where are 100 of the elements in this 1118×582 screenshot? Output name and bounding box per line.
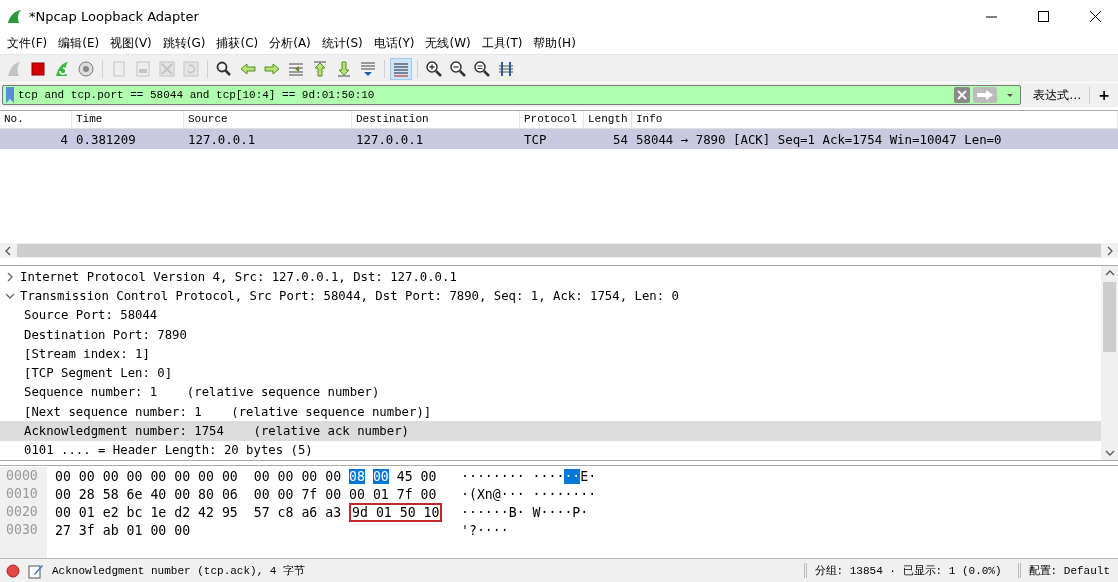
ascii-char[interactable]: · (476, 468, 485, 484)
hex-byte[interactable]: 06 (221, 486, 238, 502)
ascii-char[interactable]: · (492, 522, 501, 538)
menu-item[interactable]: 捕获(C) (211, 34, 265, 52)
hex-byte[interactable]: 00 (198, 468, 214, 484)
column-header[interactable]: Protocol (520, 111, 584, 128)
ascii-char[interactable]: W (532, 504, 541, 520)
hex-byte[interactable]: ab (102, 522, 119, 538)
ascii-char[interactable]: ( (468, 486, 477, 502)
ascii-char[interactable]: · (484, 468, 493, 484)
horizontal-scrollbar[interactable] (0, 243, 1118, 258)
vertical-scrollbar[interactable] (1101, 266, 1118, 460)
hex-byte[interactable]: 3f (78, 522, 95, 538)
hex-byte[interactable]: a3 (325, 504, 342, 520)
hex-byte[interactable]: 00 (55, 468, 71, 484)
ascii-char[interactable]: · (461, 468, 469, 484)
ascii-char[interactable]: · (580, 504, 589, 520)
edit-icon[interactable] (28, 562, 44, 579)
tree-row[interactable]: Transmission Control Protocol, Src Port: 58044, Dst Port: 7890, Seq: 1, Ack: 1754, Len: 0 (0, 286, 1101, 306)
ascii-char[interactable]: · (564, 468, 573, 484)
profile-label[interactable]: 配置: Default (1017, 563, 1118, 578)
ascii-char[interactable]: · (492, 468, 501, 484)
ascii-char[interactable]: · (476, 504, 485, 520)
hex-byte[interactable]: c8 (277, 504, 294, 520)
ascii-char[interactable]: · (532, 468, 541, 484)
hex-byte[interactable]: 00 (150, 468, 167, 484)
ascii-char[interactable]: · (540, 468, 549, 484)
tree-row[interactable]: [Next sequence number: 1 (relative sequence number)] (0, 402, 1101, 422)
menu-item[interactable]: 统计(S) (316, 34, 369, 52)
ascii-char[interactable]: · (516, 504, 525, 520)
menu-item[interactable]: 无线(W) (420, 34, 477, 52)
ascii-char[interactable]: · (476, 522, 485, 538)
hex-byte[interactable]: 95 (221, 504, 238, 520)
tree-row[interactable]: Destination Port: 7890 (0, 324, 1101, 345)
ascii-char[interactable]: · (588, 468, 597, 484)
ascii-char[interactable]: B (508, 504, 517, 520)
menu-item[interactable]: 工具(T) (476, 34, 529, 52)
ascii-char[interactable]: P (572, 504, 581, 520)
status-dot-icon[interactable] (6, 563, 20, 578)
tree-row[interactable]: 0101 .... = Header Length: 20 bytes (5) (0, 440, 1101, 460)
hex-byte[interactable]: 00 (102, 468, 119, 484)
column-header[interactable]: Length (584, 111, 632, 128)
hex-byte[interactable]: 80 (198, 486, 214, 502)
ascii-char[interactable]: · (548, 468, 557, 484)
hex-byte[interactable]: 10 (423, 504, 440, 520)
hex-byte[interactable]: 1e (150, 504, 167, 520)
hex-byte[interactable]: 00 (349, 486, 365, 502)
ascii-char[interactable]: · (461, 504, 469, 520)
ascii-char[interactable]: · (540, 486, 549, 502)
menu-item[interactable]: 电话(Y) (368, 34, 421, 52)
hex-byte[interactable]: 00 (221, 468, 238, 484)
hex-byte[interactable]: 00 (253, 468, 270, 484)
ascii-char[interactable]: · (572, 486, 581, 502)
ascii-char[interactable]: · (461, 486, 469, 502)
hex-byte[interactable]: 00 (277, 468, 294, 484)
hex-byte[interactable]: 40 (150, 486, 167, 502)
hex-byte[interactable]: d2 (174, 504, 191, 520)
ascii-char[interactable]: E (580, 468, 589, 484)
ascii-char[interactable]: · (468, 468, 477, 484)
ascii-char[interactable]: · (540, 504, 549, 520)
hex-byte[interactable]: 00 (174, 522, 191, 538)
hex-byte[interactable]: 01 (375, 504, 392, 520)
hex-byte[interactable]: 58 (102, 486, 119, 502)
ascii-char[interactable]: · (500, 468, 509, 484)
filter-input[interactable]: tcp and tcp.port == 58044 and tcp[10:4] == 9d:01:50:10 (14, 86, 955, 104)
ascii-char[interactable]: ? (468, 522, 477, 538)
hex-byte[interactable]: 9d (352, 504, 368, 520)
menu-item[interactable]: 分析(A) (264, 34, 317, 52)
clear-icon[interactable] (954, 87, 971, 103)
tree-row[interactable]: [TCP Segment Len: 0] (0, 363, 1101, 383)
column-header[interactable]: No. (0, 111, 72, 128)
hex-byte[interactable]: bc (126, 504, 143, 520)
ascii-char[interactable]: · (556, 486, 565, 502)
hex-byte[interactable]: 00 (55, 486, 71, 502)
ascii-char[interactable]: X (476, 486, 485, 502)
hex-byte[interactable]: 00 (420, 468, 437, 484)
add-filter-button[interactable]: + (1090, 87, 1116, 103)
tree-row[interactable]: Acknowledgment number: 1754 (relative ack number) (0, 421, 1101, 441)
hex-byte[interactable]: 6e (126, 486, 143, 502)
hex-byte[interactable]: 00 (174, 468, 191, 484)
ascii-char[interactable]: · (564, 504, 573, 520)
column-header[interactable]: Time (72, 111, 184, 128)
tree-row[interactable]: Sequence number: 1 (relative sequence number) (0, 382, 1101, 403)
menu-item[interactable]: 跳转(G) (157, 34, 212, 52)
column-header[interactable]: Info (632, 111, 1118, 128)
column-header[interactable]: Destination (352, 111, 520, 128)
hex-byte[interactable]: 00 (174, 486, 191, 502)
ascii-char[interactable]: · (500, 504, 509, 520)
ascii-char[interactable]: · (484, 504, 493, 520)
ascii-char[interactable]: · (500, 486, 509, 502)
hex-byte[interactable]: 7f (301, 486, 318, 502)
ascii-char[interactable]: · (548, 504, 557, 520)
filter-field[interactable]: tcp and tcp.port == 58044 and tcp[10:4] == 9d:01:50:10 (2, 85, 1022, 105)
hex-byte[interactable]: 00 (277, 486, 294, 502)
ascii-char[interactable]: · (548, 486, 557, 502)
hex-byte[interactable]: 00 (253, 486, 270, 502)
ascii-char[interactable]: · (492, 504, 501, 520)
menu-item[interactable]: 编辑(E) (53, 34, 106, 52)
tree-row[interactable]: Source Port: 58044 (0, 305, 1101, 325)
hex-byte[interactable]: 00 (325, 486, 342, 502)
